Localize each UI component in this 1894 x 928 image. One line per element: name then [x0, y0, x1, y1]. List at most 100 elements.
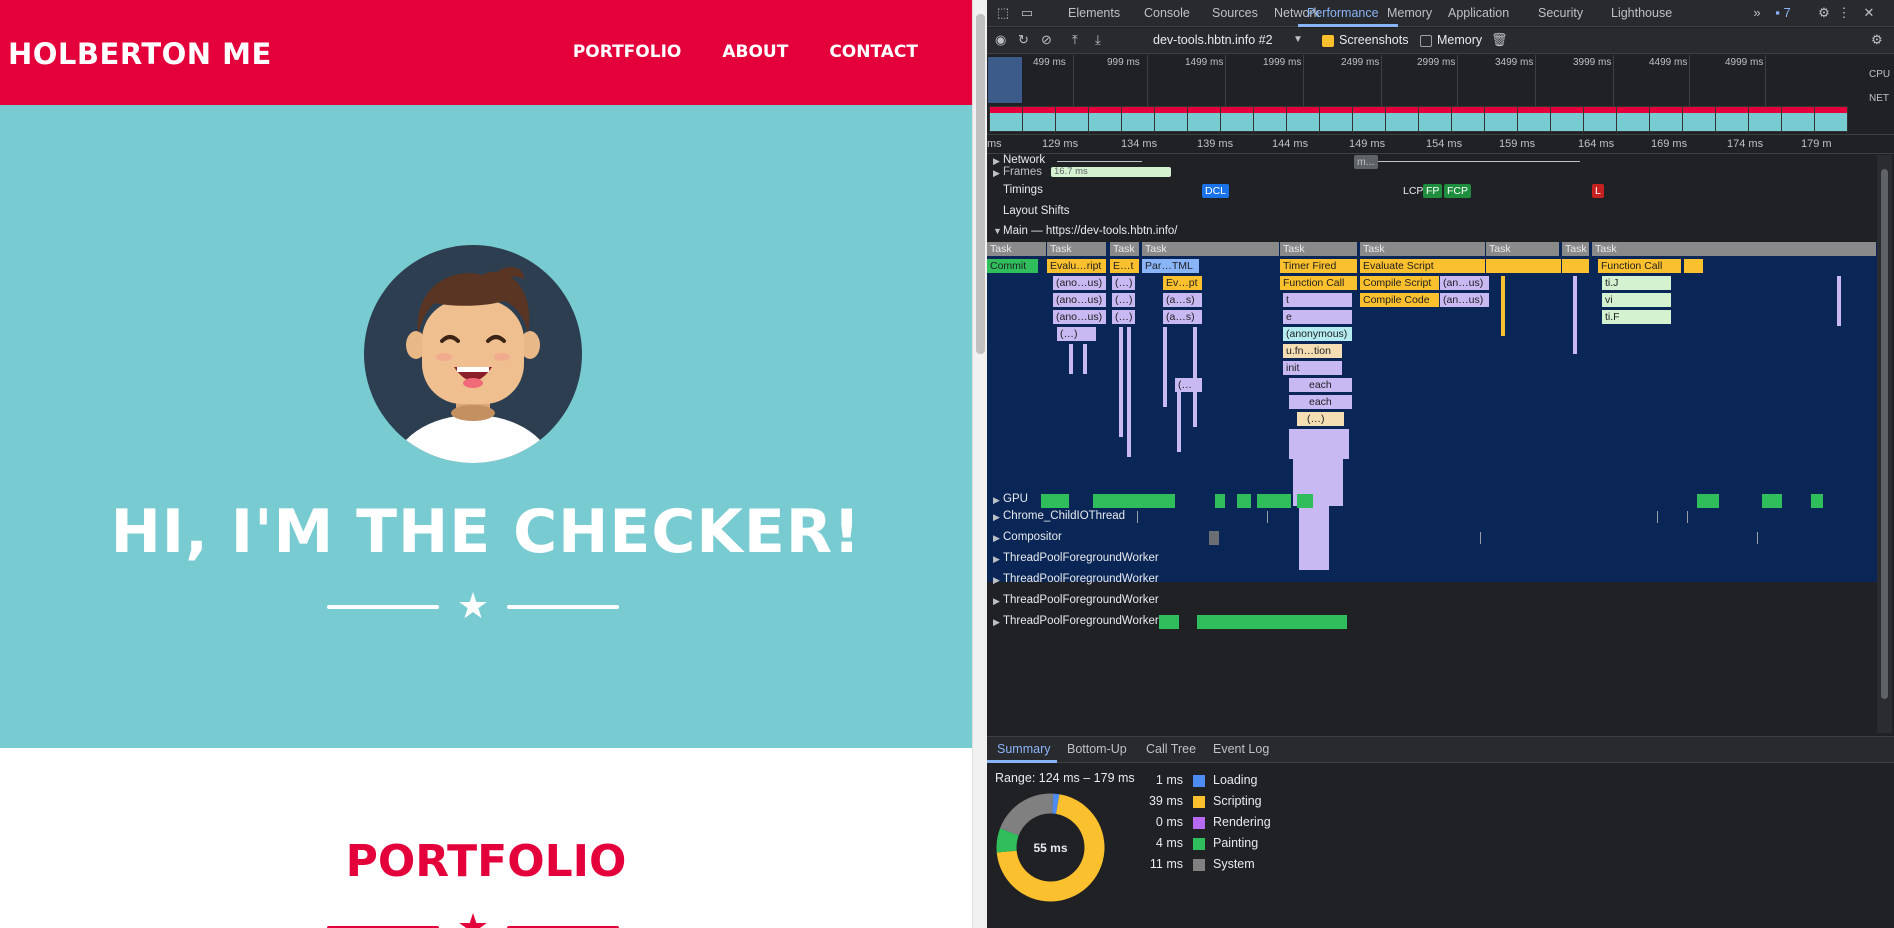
expand-arrow-icon[interactable]: ▶: [993, 168, 1000, 179]
scrollbar-thumb[interactable]: [1881, 169, 1888, 699]
tab-call-tree[interactable]: Call Tree: [1146, 742, 1196, 756]
expand-arrow-icon[interactable]: ▶: [993, 554, 1000, 565]
flame-anonymous[interactable]: (a…s): [1163, 310, 1203, 324]
flame-task[interactable]: Task: [1592, 242, 1877, 256]
flame-anonymous[interactable]: (ano…us): [1053, 310, 1107, 324]
nav-link-portfolio[interactable]: PORTFOLIO: [573, 42, 682, 62]
nav-link-contact[interactable]: CONTACT: [829, 42, 918, 62]
flame-chart-scrollbar[interactable]: [1877, 155, 1892, 733]
flame-task[interactable]: Task: [1360, 242, 1486, 256]
flame-parse-html[interactable]: Par…TML: [1142, 259, 1200, 273]
flame-fn[interactable]: u.fn…tion: [1283, 344, 1343, 358]
flame-evaluate-script[interactable]: Ev…pt: [1163, 276, 1203, 290]
flame-compile-script[interactable]: Compile Script: [1360, 276, 1440, 290]
clear-icon[interactable]: ⊘: [1041, 32, 1052, 48]
flame-fn[interactable]: each: [1289, 395, 1353, 409]
flame-evaluate-script[interactable]: Evalu…ript: [1047, 259, 1107, 273]
flame-anonymous[interactable]: (…): [1297, 412, 1345, 426]
track-child-io[interactable]: Chrome_ChildIOThread: [1003, 510, 1125, 522]
network-request-bar[interactable]: m...: [1354, 155, 1378, 169]
expand-arrow-icon[interactable]: ▶: [993, 617, 1000, 628]
nav-link-about[interactable]: ABOUT: [722, 42, 788, 62]
frame-bar[interactable]: 16.7 ms: [1051, 167, 1171, 177]
flame-anonymous[interactable]: (an…us): [1440, 293, 1490, 307]
flame-fn[interactable]: each: [1289, 378, 1353, 392]
screenshot-thumbnail[interactable]: [1814, 106, 1848, 132]
expand-arrow-icon[interactable]: ▶: [993, 156, 1000, 167]
flame-task[interactable]: Task: [1280, 242, 1358, 256]
device-toolbar-icon[interactable]: ▭: [1019, 5, 1035, 21]
flame-function-call[interactable]: Function Call: [1598, 259, 1682, 273]
screenshot-thumbnail[interactable]: [1253, 106, 1287, 132]
flame-evaluate-script[interactable]: E…t: [1110, 259, 1140, 273]
screenshot-thumbnail[interactable]: [1220, 106, 1254, 132]
expand-arrow-icon[interactable]: ▶: [993, 512, 1000, 523]
flame-fn[interactable]: t: [1283, 293, 1353, 307]
screenshot-thumbnail[interactable]: [1649, 106, 1683, 132]
marker-fcp[interactable]: FCP: [1444, 184, 1471, 198]
capture-settings-icon[interactable]: ⚙: [1871, 32, 1883, 48]
flame-anonymous[interactable]: (ano…us): [1053, 276, 1107, 290]
issues-badge[interactable]: ▪ 7: [1770, 5, 1796, 21]
screenshot-thumbnail[interactable]: [1187, 106, 1221, 132]
overview-selection[interactable]: [988, 57, 1022, 103]
screenshot-thumbnail[interactable]: [1748, 106, 1782, 132]
screenshot-thumbnail[interactable]: [1550, 106, 1584, 132]
expand-arrow-icon[interactable]: ▶: [993, 596, 1000, 607]
flame-task[interactable]: Task: [1486, 242, 1560, 256]
flame-anonymous[interactable]: (an…us): [1440, 276, 1490, 290]
expand-arrow-icon[interactable]: ▶: [993, 533, 1000, 544]
screenshot-thumbnail[interactable]: [1484, 106, 1518, 132]
flame-commit[interactable]: Commit: [987, 259, 1039, 273]
flame-anonymous[interactable]: (…): [1057, 327, 1097, 341]
track-worker-2[interactable]: ThreadPoolForegroundWorker: [1003, 573, 1159, 585]
more-options-icon[interactable]: ⋮: [1836, 5, 1852, 21]
close-devtools-icon[interactable]: ✕: [1861, 5, 1877, 21]
flame-anonymous[interactable]: (…): [1112, 276, 1136, 290]
screenshot-thumbnail[interactable]: [1352, 106, 1386, 132]
flame-task[interactable]: Task: [1047, 242, 1107, 256]
tab-summary[interactable]: Summary: [997, 742, 1050, 756]
flame-evaluate-script[interactable]: Evaluate Script: [1360, 259, 1486, 273]
track-worker-1[interactable]: ThreadPoolForegroundWorker: [1003, 552, 1159, 564]
flame-anonymous[interactable]: (ano…us): [1053, 293, 1107, 307]
flame-task[interactable]: Task: [1562, 242, 1590, 256]
flame-anonymous[interactable]: (anonymous): [1283, 327, 1353, 341]
marker-fp[interactable]: FP: [1423, 184, 1443, 198]
screenshots-checkbox[interactable]: [1322, 35, 1334, 47]
flame-fn[interactable]: e: [1283, 310, 1353, 324]
scrollbar-thumb[interactable]: [976, 14, 985, 354]
garbage-collect-icon[interactable]: 🗑: [1491, 32, 1508, 48]
screenshot-thumbnail[interactable]: [1418, 106, 1452, 132]
tab-bottom-up[interactable]: Bottom-Up: [1067, 742, 1127, 756]
flame-anonymous[interactable]: (a…s): [1163, 293, 1203, 307]
flame-anonymous[interactable]: (…): [1112, 293, 1136, 307]
track-compositor[interactable]: Compositor: [1003, 531, 1062, 543]
page-scrollbar[interactable]: [972, 0, 987, 928]
screenshot-thumbnail[interactable]: [1286, 106, 1320, 132]
flame-fn[interactable]: init: [1283, 361, 1343, 375]
flame-timer-fired[interactable]: Timer Fired: [1280, 259, 1358, 273]
marker-load[interactable]: L: [1592, 184, 1604, 198]
marker-dcl[interactable]: DCL: [1202, 184, 1230, 198]
expand-arrow-icon[interactable]: ▶: [993, 575, 1000, 586]
tab-event-log[interactable]: Event Log: [1213, 742, 1269, 756]
track-layout-shifts[interactable]: Layout Shifts: [1003, 205, 1069, 217]
track-main[interactable]: Main — https://dev-tools.hbtn.info/: [1003, 225, 1178, 237]
screenshot-thumbnail[interactable]: [1022, 106, 1056, 132]
track-worker-3[interactable]: ThreadPoolForegroundWorker: [1003, 594, 1159, 606]
tab-sources[interactable]: Sources: [1212, 6, 1258, 20]
settings-gear-icon[interactable]: ⚙: [1816, 5, 1832, 21]
screenshot-thumbnail[interactable]: [1682, 106, 1716, 132]
reload-record-icon[interactable]: ↻: [1018, 32, 1029, 48]
screenshot-thumbnail[interactable]: [1451, 106, 1485, 132]
memory-checkbox[interactable]: [1420, 35, 1432, 47]
tab-application[interactable]: Application: [1448, 6, 1509, 20]
track-gpu[interactable]: GPU: [1003, 493, 1028, 505]
screenshot-thumbnail[interactable]: [1154, 106, 1188, 132]
track-network[interactable]: Network: [1003, 154, 1045, 166]
flame-task[interactable]: Task: [1110, 242, 1140, 256]
screenshot-thumbnail[interactable]: [1088, 106, 1122, 132]
site-brand[interactable]: HOLBERTON ME: [8, 37, 272, 71]
flame-anonymous[interactable]: (…): [1112, 310, 1136, 324]
